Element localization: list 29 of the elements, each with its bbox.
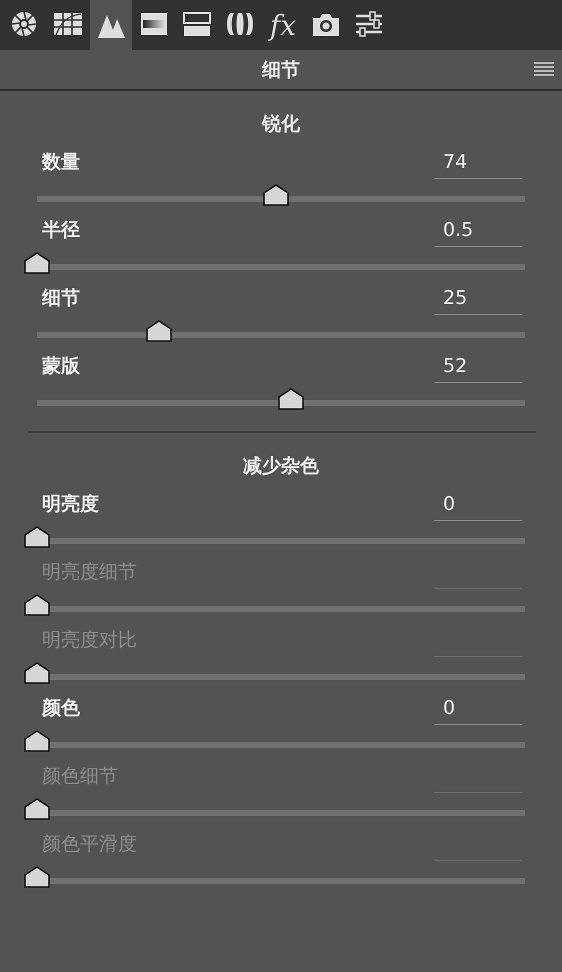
value-field[interactable]: 74 (434, 147, 522, 179)
slider-thumb[interactable] (24, 526, 50, 548)
slider-label: 颜色细节 (42, 764, 118, 789)
panel-tab[interactable] (90, 0, 132, 50)
slider-label: 数量 (42, 150, 80, 175)
slider-thumb[interactable] (24, 252, 50, 274)
panel-title: 细节 (262, 58, 300, 82)
slider-thumb[interactable] (146, 320, 172, 342)
menu-icon[interactable] (534, 62, 554, 76)
value-field[interactable]: 25 (434, 283, 522, 315)
slider-label: 颜色平滑度 (42, 832, 137, 857)
slider-label: 颜色 (42, 696, 80, 721)
slider-label: 蒙版 (42, 354, 80, 379)
value-field[interactable]: 0 (434, 489, 522, 521)
fx-tab[interactable]: fx (262, 0, 304, 50)
slider-label: 明亮度 (42, 492, 99, 517)
slider-thumb[interactable] (24, 730, 50, 752)
section-title: 减少杂色 (243, 454, 319, 479)
value-field[interactable]: 0.5 (434, 215, 522, 247)
sliders-icon (354, 10, 384, 40)
slider-label: 细节 (42, 286, 80, 311)
section-title: 锐化 (262, 112, 300, 137)
slider-label: 半径 (42, 218, 80, 243)
slider-label: 明亮度细节 (42, 560, 137, 585)
slider-thumb[interactable] (278, 388, 304, 410)
value-field[interactable]: 0 (434, 693, 522, 725)
value-field[interactable]: 52 (434, 351, 522, 383)
slider-label: 明亮度对比 (42, 628, 137, 653)
slider-thumb[interactable] (263, 184, 290, 206)
